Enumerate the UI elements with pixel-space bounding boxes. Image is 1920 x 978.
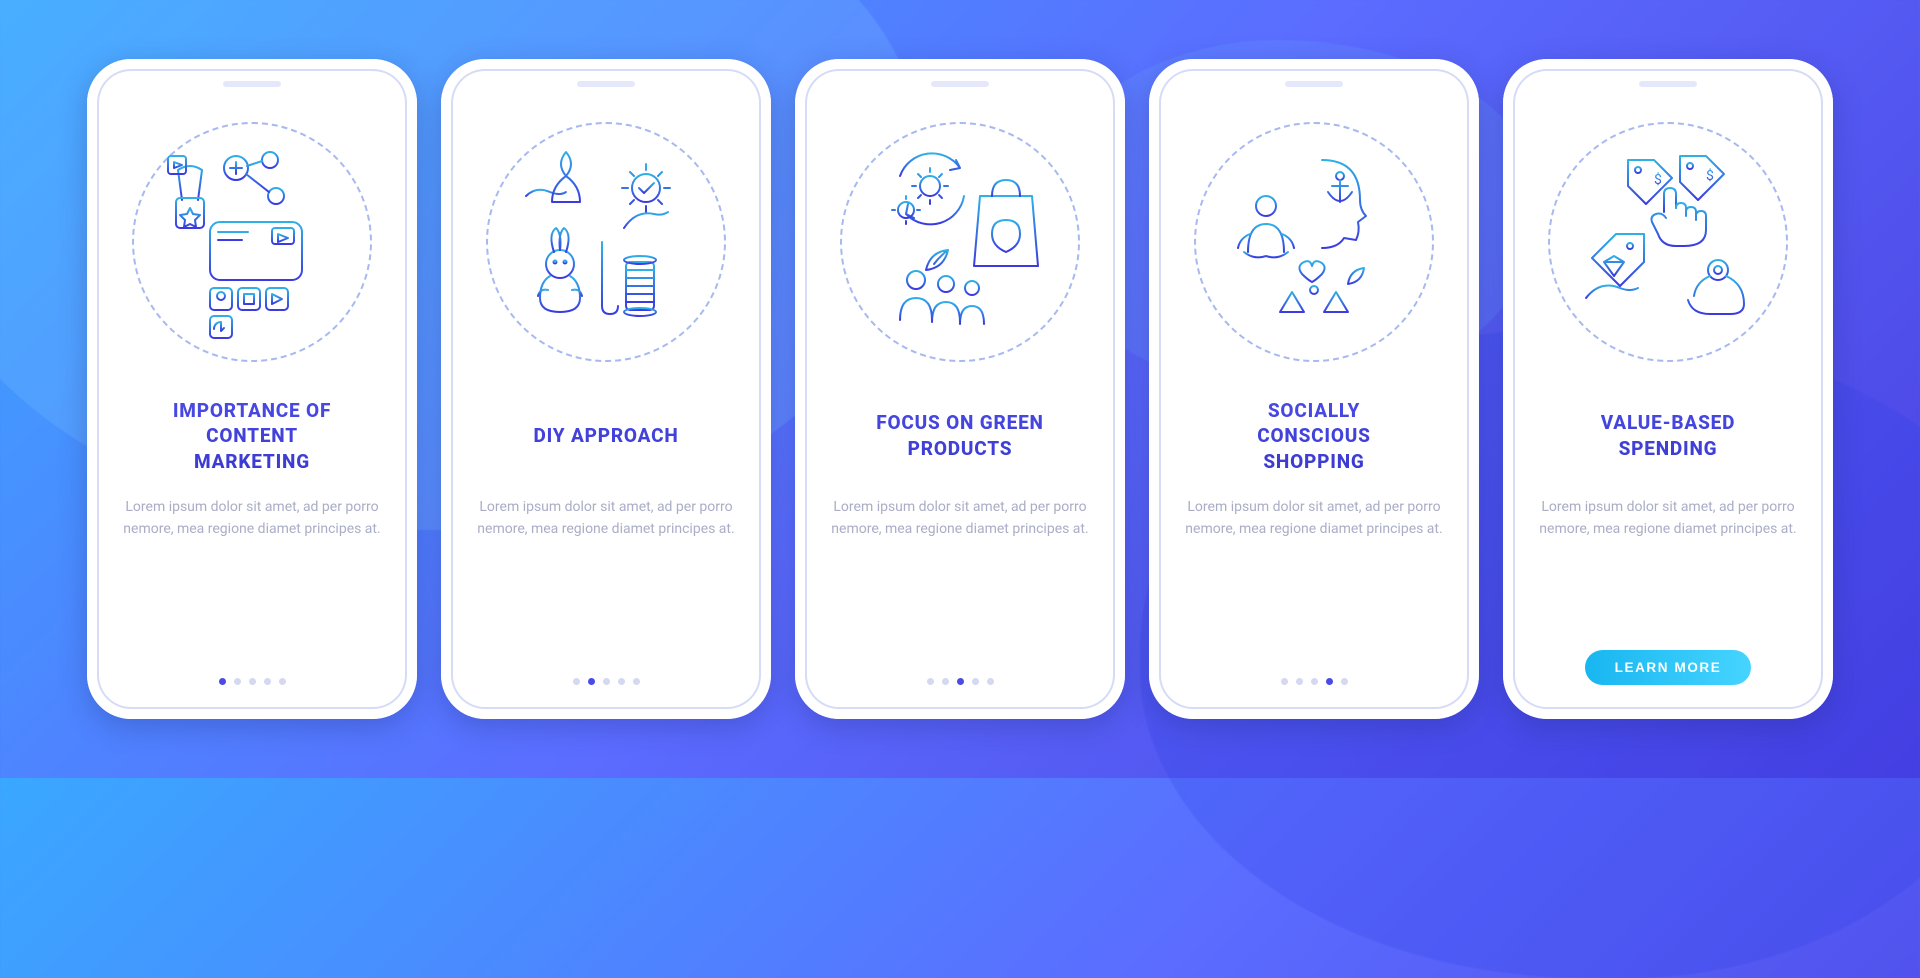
dot[interactable] (264, 678, 271, 685)
dot[interactable] (972, 678, 979, 685)
dot[interactable] (1296, 678, 1303, 685)
dot[interactable] (603, 678, 610, 685)
card-title: SOCIALLY CONSCIOUS SHOPPING (1257, 397, 1371, 475)
illustration (127, 117, 377, 367)
dot[interactable] (633, 678, 640, 685)
card-title: VALUE-BASED SPENDING (1601, 397, 1736, 475)
dot[interactable] (588, 678, 595, 685)
card-body: Lorem ipsum dolor sit amet, ad per porro… (1538, 497, 1798, 540)
svg-text:$: $ (1654, 171, 1662, 188)
card-title: DIY APPROACH (533, 397, 678, 475)
illustration (835, 117, 1085, 367)
dot[interactable] (1326, 678, 1333, 685)
illustration (1189, 117, 1439, 367)
dot[interactable] (957, 678, 964, 685)
page-dots[interactable] (219, 678, 286, 685)
svg-text:$: $ (1706, 167, 1714, 184)
value-spending-icon: $ $ (1568, 142, 1768, 342)
card-body: Lorem ipsum dolor sit amet, ad per porro… (1184, 497, 1444, 540)
dot[interactable] (279, 678, 286, 685)
card-body: Lorem ipsum dolor sit amet, ad per porro… (476, 497, 736, 540)
card-body: Lorem ipsum dolor sit amet, ad per porro… (122, 497, 382, 540)
illustration (481, 117, 731, 367)
dot[interactable] (219, 678, 226, 685)
dot[interactable] (234, 678, 241, 685)
onboarding-card: IMPORTANCE OF CONTENT MARKETING Lorem ip… (87, 59, 417, 719)
socially-conscious-icon (1214, 142, 1414, 342)
onboarding-card: $ $ (1503, 59, 1833, 719)
card-body: Lorem ipsum dolor sit amet, ad per porro… (830, 497, 1090, 540)
card-title: IMPORTANCE OF CONTENT MARKETING (173, 397, 331, 475)
dot[interactable] (1341, 678, 1348, 685)
learn-more-button[interactable]: LEARN MORE (1585, 650, 1752, 685)
dot[interactable] (942, 678, 949, 685)
green-products-icon (860, 142, 1060, 342)
page-dots[interactable] (573, 678, 640, 685)
onboarding-phone-row: IMPORTANCE OF CONTENT MARKETING Lorem ip… (87, 59, 1833, 719)
dot[interactable] (987, 678, 994, 685)
dot[interactable] (1281, 678, 1288, 685)
onboarding-card: DIY APPROACH Lorem ipsum dolor sit amet,… (441, 59, 771, 719)
dot[interactable] (618, 678, 625, 685)
dot[interactable] (927, 678, 934, 685)
dot[interactable] (249, 678, 256, 685)
dot[interactable] (573, 678, 580, 685)
illustration: $ $ (1543, 117, 1793, 367)
card-title: FOCUS ON GREEN PRODUCTS (876, 397, 1043, 475)
diy-icon (506, 142, 706, 342)
onboarding-card: FOCUS ON GREEN PRODUCTS Lorem ipsum dolo… (795, 59, 1125, 719)
dot[interactable] (1311, 678, 1318, 685)
content-marketing-icon (152, 142, 352, 342)
page-dots[interactable] (927, 678, 994, 685)
onboarding-card: SOCIALLY CONSCIOUS SHOPPING Lorem ipsum … (1149, 59, 1479, 719)
page-dots[interactable] (1281, 678, 1348, 685)
